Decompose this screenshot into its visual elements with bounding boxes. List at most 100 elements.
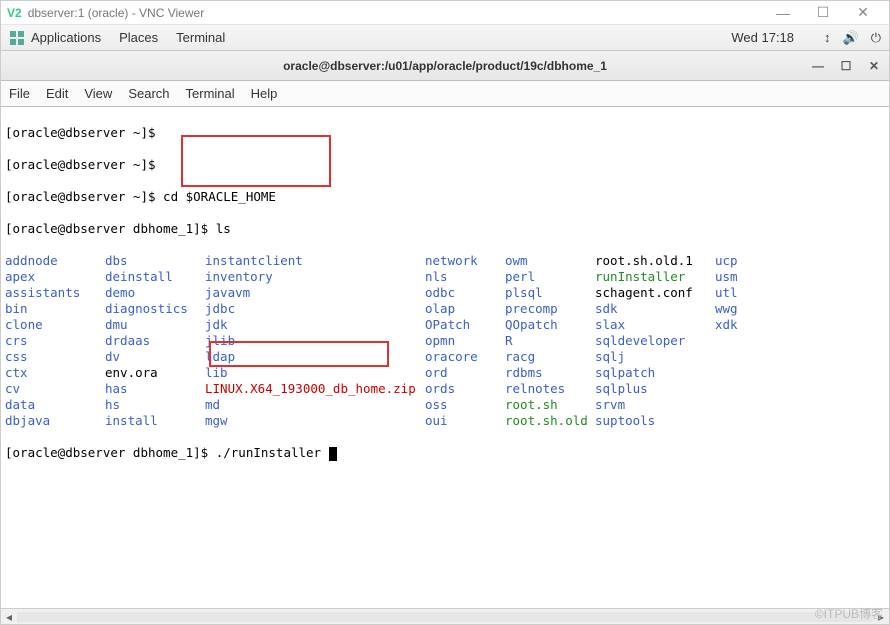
vnc-logo: V2 [7,6,22,20]
ls-entry [715,397,755,413]
ls-entry: LINUX.X64_193000_db_home.zip [205,381,425,397]
ls-entry: hs [105,397,205,413]
ls-entry: jlib [205,333,425,349]
ls-entry: utl [715,285,755,301]
ls-entry: root.sh [505,397,595,413]
ls-entry: mgw [205,413,425,429]
ls-entry: suptools [595,413,715,429]
ls-entry: assistants [5,285,105,301]
ls-entry: md [205,397,425,413]
desktop-panel: Applications Places Terminal Wed 17:18 ↕… [1,25,889,51]
vnc-maximize-button[interactable]: ☐ [803,4,843,21]
ls-entry: sqlplus [595,381,715,397]
ls-entry: lib [205,365,425,381]
ls-entry: oss [425,397,505,413]
ls-entry: javavm [205,285,425,301]
prompt-line: [oracle@dbserver ~]$ [5,157,885,173]
prompt-line: [oracle@dbserver dbhome_1]$ ./runInstall… [5,445,885,461]
terminal-titlebar: oracle@dbserver:/u01/app/oracle/product/… [1,51,889,81]
ls-entry: ords [425,381,505,397]
menu-terminal[interactable]: Terminal [186,86,235,101]
volume-icon[interactable]: 🔊 [843,30,859,46]
ls-entry: inventory [205,269,425,285]
ls-entry: OPatch [425,317,505,333]
ls-entry: xdk [715,317,755,333]
menu-view[interactable]: View [84,86,112,101]
ls-entry: addnode [5,253,105,269]
ls-entry: clone [5,317,105,333]
ls-entry: demo [105,285,205,301]
ls-entry: ldap [205,349,425,365]
ls-entry: racg [505,349,595,365]
panel-applications[interactable]: Applications [31,30,101,45]
terminal-menubar: File Edit View Search Terminal Help [1,81,889,107]
ls-entry: network [425,253,505,269]
ls-entry: nls [425,269,505,285]
ls-entry: wwg [715,301,755,317]
terminal-close-button[interactable]: ✕ [865,59,883,73]
vnc-minimize-button[interactable]: — [763,5,803,21]
ls-entry: plsql [505,285,595,301]
ls-entry [715,413,755,429]
ls-entry: cv [5,381,105,397]
terminal-output[interactable]: [oracle@dbserver ~]$ [oracle@dbserver ~]… [1,107,889,610]
terminal-maximize-button[interactable]: ☐ [837,59,855,73]
ls-entry [715,333,755,349]
ls-entry: olap [425,301,505,317]
ls-entry: dmu [105,317,205,333]
ls-entry: apex [5,269,105,285]
scroll-right-icon[interactable]: ▸ [873,610,889,624]
panel-clock[interactable]: Wed 17:18 [731,30,794,45]
vnc-close-button[interactable]: ✕ [843,4,883,21]
ls-entry: drdaas [105,333,205,349]
menu-search[interactable]: Search [128,86,169,101]
ls-entry: opmn [425,333,505,349]
ls-entry: deinstall [105,269,205,285]
ls-entry: root.sh.old [505,413,595,429]
ls-entry: ucp [715,253,755,269]
ls-entry: jdbc [205,301,425,317]
power-icon[interactable]: ⏻ [871,30,881,46]
ls-entry: ord [425,365,505,381]
ls-entry: jdk [205,317,425,333]
ls-entry [715,365,755,381]
menu-edit[interactable]: Edit [46,86,68,101]
terminal-minimize-button[interactable]: — [809,59,827,73]
panel-terminal[interactable]: Terminal [176,30,225,45]
ls-entry: ctx [5,365,105,381]
ls-entry: runInstaller [595,269,715,285]
ls-entry: perl [505,269,595,285]
ls-entry: dbjava [5,413,105,429]
vnc-titlebar: V2 dbserver:1 (oracle) - VNC Viewer — ☐ … [1,1,889,25]
ls-entry: oracore [425,349,505,365]
terminal-cursor [329,447,337,461]
ls-entry: slax [595,317,715,333]
prompt-line: [oracle@dbserver ~]$ [5,125,885,141]
network-icon[interactable]: ↕ [824,30,831,45]
ls-entry: data [5,397,105,413]
scroll-left-icon[interactable]: ◂ [1,610,17,624]
menu-help[interactable]: Help [251,86,278,101]
prompt-line: [oracle@dbserver dbhome_1]$ ls [5,221,885,237]
ls-entry: root.sh.old.1 [595,253,715,269]
ls-entry: css [5,349,105,365]
ls-entry: dv [105,349,205,365]
ls-entry: diagnostics [105,301,205,317]
ls-entry: dbs [105,253,205,269]
ls-entry: precomp [505,301,595,317]
horizontal-scrollbar[interactable]: ◂ ▸ [1,608,889,624]
ls-entry: sqldeveloper [595,333,715,349]
vnc-title-text: dbserver:1 (oracle) - VNC Viewer [28,6,205,20]
ls-entry: crs [5,333,105,349]
panel-places[interactable]: Places [119,30,158,45]
ls-entry [715,349,755,365]
ls-entry: install [105,413,205,429]
ls-entry: owm [505,253,595,269]
scroll-track[interactable] [17,612,873,622]
applications-icon [9,30,25,46]
ls-entry: rdbms [505,365,595,381]
ls-output: addnodedbsinstantclientnetworkowmroot.sh… [5,253,885,429]
terminal-title-text: oracle@dbserver:/u01/app/oracle/product/… [283,59,607,73]
ls-entry: instantclient [205,253,425,269]
menu-file[interactable]: File [9,86,30,101]
